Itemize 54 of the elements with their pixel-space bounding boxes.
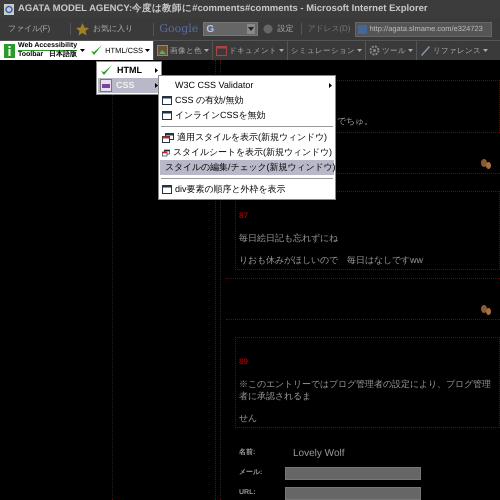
caret-icon [357, 49, 362, 52]
caret-icon [204, 49, 210, 52]
caret-icon [483, 49, 488, 52]
star-icon [76, 22, 90, 36]
footprints-icon [480, 158, 492, 170]
entry-text: でちゅ。 [337, 114, 373, 128]
input-field[interactable] [285, 486, 421, 500]
submenu-arrow-icon [329, 83, 332, 88]
caret-icon [408, 49, 414, 52]
menu-item[interactable]: CSS の有効/無効 [160, 93, 334, 108]
footprints-icon [480, 304, 492, 316]
address-label: アドレス(D) [307, 23, 350, 35]
dropdown-icon [247, 24, 256, 34]
menu-item[interactable]: スタイルの編集/チェック(新規ウィンドウ) [160, 160, 334, 175]
menu-item[interactable]: スタイルシートを表示(新規ウィンドウ) [160, 145, 334, 160]
search-logo: Google [159, 20, 198, 37]
submenu-arrow-icon [155, 68, 158, 73]
window-icon [162, 96, 172, 105]
info-icon [4, 44, 15, 58]
comment-text: 毎日絵日記も忘れずにね [239, 232, 339, 244]
pen-icon [420, 45, 432, 56]
input-field[interactable] [285, 466, 421, 480]
search-field[interactable]: G [203, 22, 258, 36]
comment-number: 89 [239, 356, 249, 368]
window-title: AGATA MODEL AGENCY:今度は教師に#comments#comments - Microsoft Internet Explorer [18, 2, 428, 16]
caret-icon [279, 49, 284, 52]
windows-icon [162, 132, 174, 142]
caret-icon [145, 49, 150, 52]
menu-item[interactable]: 適用スタイルを表示(新規ウィンドウ) [160, 130, 334, 145]
windows-icon [162, 148, 170, 158]
file-menu[interactable]: ファイル(F) [8, 23, 72, 35]
window-icon [162, 185, 172, 194]
browser-icon [4, 4, 14, 14]
submenu-arrow-icon [155, 83, 158, 88]
favorites-button[interactable]: お気に入り [76, 22, 154, 36]
css-file-icon [100, 79, 112, 92]
comment-text: ※このエントリーではブログ管理者の設定により、ブログ管理者に承認されるま [239, 378, 492, 402]
settings-button[interactable]: 設定 [263, 23, 302, 35]
name-value: Lovely Wolf [293, 446, 345, 460]
comment-number: 87 [239, 210, 249, 222]
window-icon [162, 111, 172, 120]
menu-item[interactable]: HTML [98, 63, 160, 78]
checkmark-icon [90, 44, 104, 57]
image-icon [157, 45, 168, 56]
gear-icon [369, 45, 380, 56]
circle-icon [263, 24, 274, 34]
page-icon [358, 24, 368, 34]
window-icon [216, 46, 228, 56]
comment-text: せん [239, 412, 258, 424]
caret-icon [80, 49, 86, 52]
menu-item[interactable]: インラインCSSを無効 [160, 108, 334, 123]
comment-text: りおも休みがほしいので 毎日はなしですww [239, 254, 424, 266]
menu-item[interactable]: div要素の順序と外枠を表示 [160, 182, 334, 197]
menu-item[interactable]: W3C CSS Validator [160, 78, 334, 93]
